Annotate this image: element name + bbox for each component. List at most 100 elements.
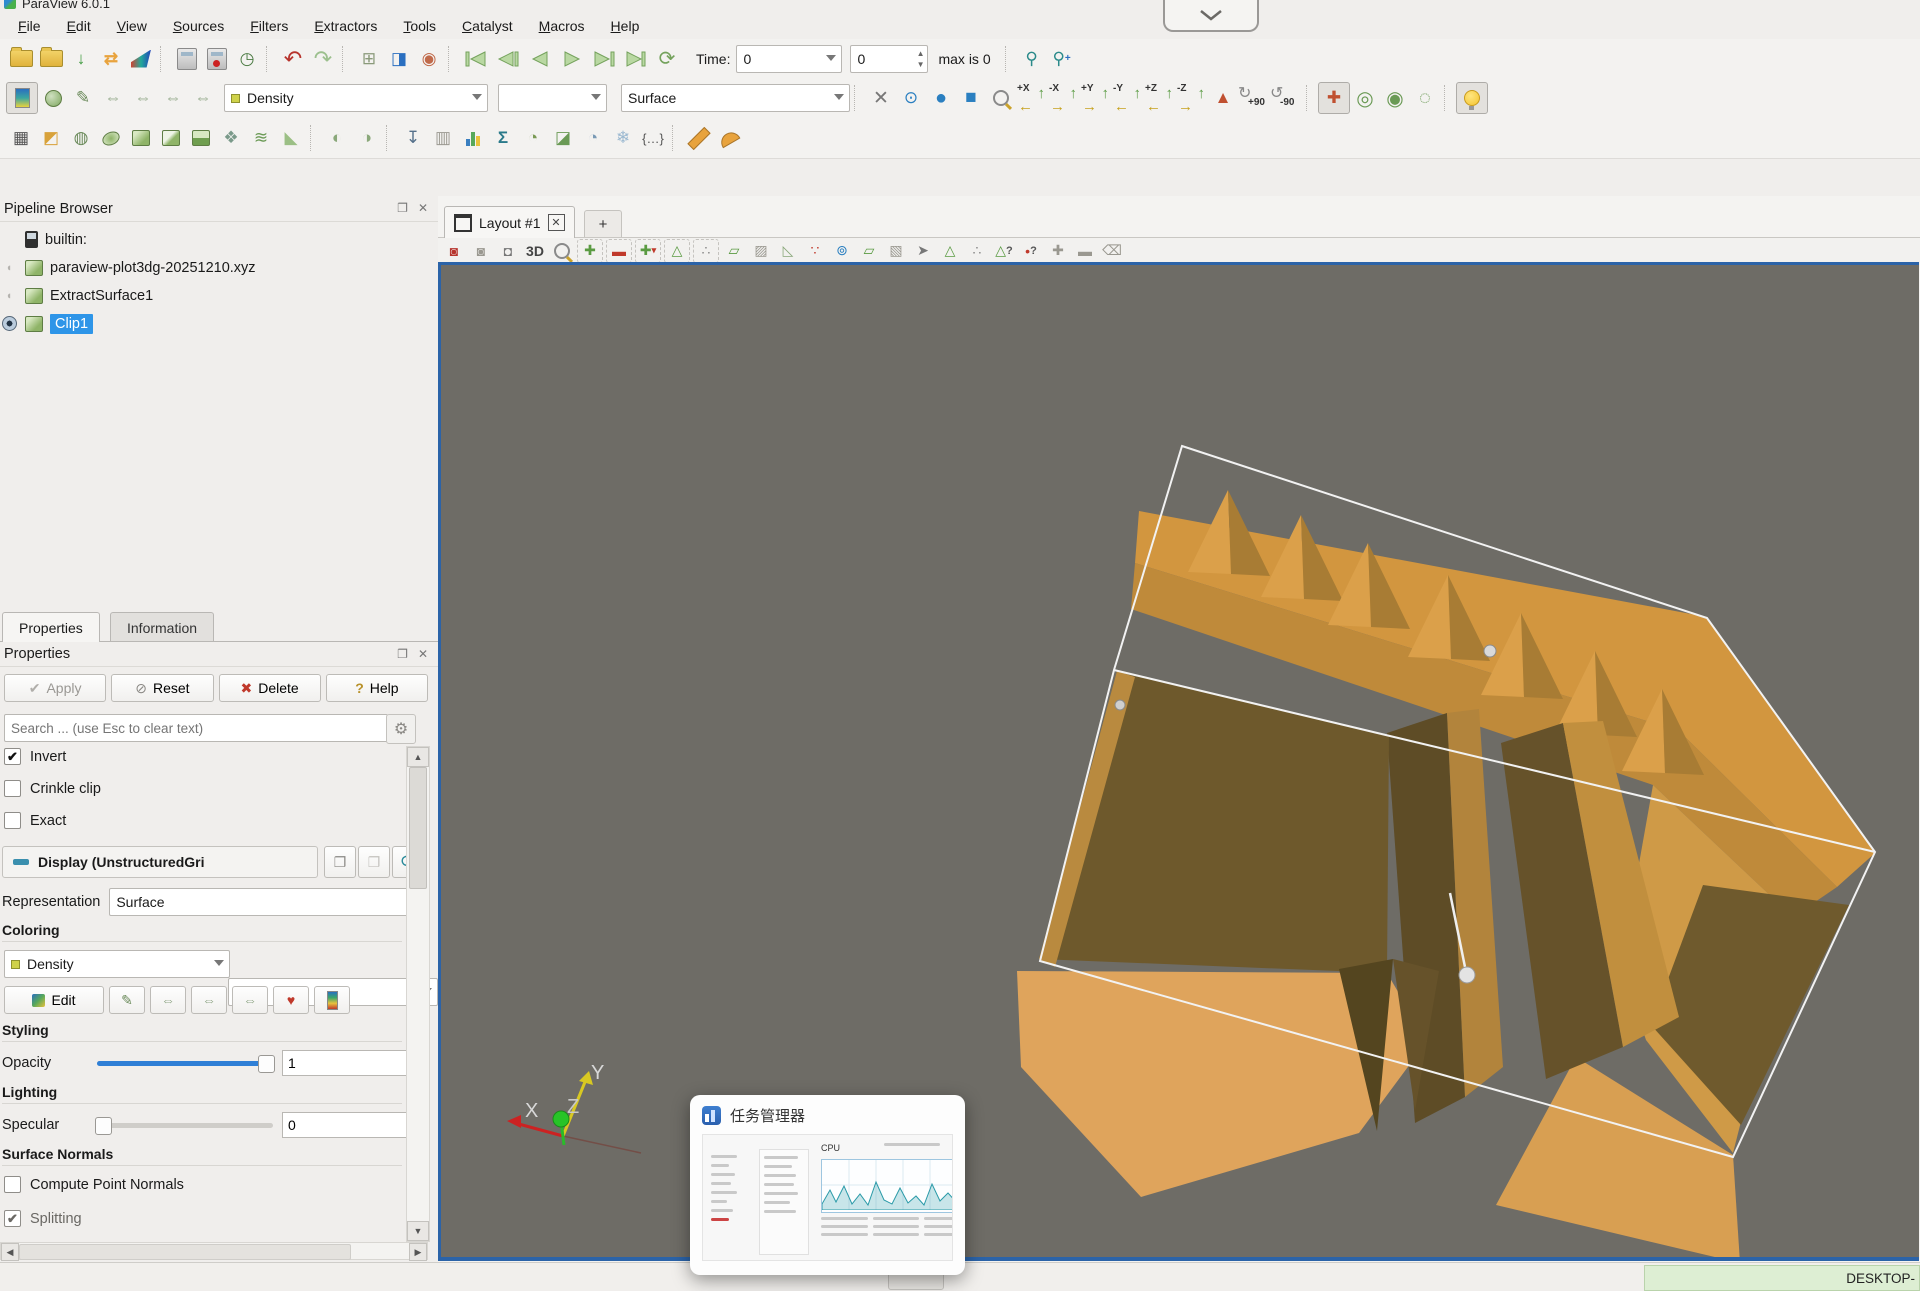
probe-location-icon[interactable]: ↧: [398, 123, 428, 153]
display-section-header[interactable]: Display (UnstructuredGri: [2, 846, 318, 878]
save-data-icon[interactable]: [36, 44, 66, 74]
select-cells-rect-icon[interactable]: △: [664, 239, 690, 263]
view-plus-x-button[interactable]: +X↑←: [1016, 83, 1048, 113]
compute-point-normals-checkbox[interactable]: [4, 1176, 21, 1193]
camera-icon[interactable]: ◘: [496, 240, 520, 262]
help-button[interactable]: ?Help: [326, 674, 428, 702]
select-cells-on-icon[interactable]: ✚: [577, 239, 603, 263]
play-button[interactable]: [556, 45, 588, 73]
light-toggle-icon[interactable]: [1456, 82, 1488, 114]
opacity-slider[interactable]: [97, 1061, 273, 1066]
ruler-icon[interactable]: [684, 123, 714, 153]
disconnect-server-icon[interactable]: [202, 44, 232, 74]
plot-selection-over-time-icon[interactable]: ◔: [578, 123, 608, 153]
clip-icon[interactable]: [126, 123, 156, 153]
edit-color-map-button[interactable]: Edit: [4, 986, 104, 1014]
view-minus-x-button[interactable]: -X↑→: [1048, 83, 1080, 113]
color-array-combo[interactable]: Density: [224, 84, 488, 112]
source-options-icon[interactable]: ⊞: [354, 44, 384, 74]
save-state-icon[interactable]: ⇄: [96, 44, 126, 74]
recent-history-icon[interactable]: ◷: [232, 44, 262, 74]
specular-input[interactable]: [282, 1112, 424, 1138]
remote-host-badge[interactable]: DESKTOP-: [1644, 1265, 1920, 1291]
rescale-range-button[interactable]: ✎: [109, 986, 145, 1014]
properties-hscrollbar[interactable]: ◀ ▶: [0, 1242, 428, 1260]
interactive-select-points-icon[interactable]: ⊚: [830, 240, 854, 262]
temporal-interpolator-icon[interactable]: ❄: [608, 123, 638, 153]
select-points-on-icon[interactable]: ▬: [606, 239, 632, 263]
interactive-zoom-icon[interactable]: [550, 240, 574, 262]
point-data-icon[interactable]: ◐: [322, 123, 352, 153]
invert-checkbox[interactable]: ✔: [4, 748, 21, 765]
splitting-row-clipped[interactable]: ✔ Splitting: [4, 1210, 82, 1227]
connection-bar-chevron-button[interactable]: [1163, 0, 1259, 32]
query-points-icon[interactable]: ∴: [965, 240, 989, 262]
grow-select-cursor-icon[interactable]: ➤: [911, 240, 935, 262]
rescale-custom-range-icon[interactable]: ⇔: [98, 83, 128, 113]
connect-server-icon[interactable]: [172, 44, 202, 74]
loop-icon[interactable]: ⟳: [652, 44, 682, 74]
save-screenshot-icon[interactable]: ◙: [442, 240, 466, 262]
toggle-center-axes-icon[interactable]: ✚: [1318, 82, 1350, 114]
close-dock-icon[interactable]: ✕: [418, 647, 428, 661]
cell-data-icon[interactable]: ◑: [352, 123, 382, 153]
menu-macros[interactable]: Macros: [527, 15, 597, 37]
view-plus-y-button[interactable]: +Y↑→: [1080, 83, 1112, 113]
reset-button[interactable]: ⊘Reset: [111, 674, 213, 702]
spin-arrows-icon[interactable]: ▲▼: [917, 48, 925, 70]
adjust-camera-icon[interactable]: ◌: [1410, 83, 1440, 113]
scroll-right-icon[interactable]: ▶: [409, 1243, 427, 1261]
undo-icon[interactable]: ↶: [278, 44, 308, 74]
step-back-button[interactable]: [524, 45, 556, 73]
rescale-visible-button[interactable]: ⇔: [232, 986, 268, 1014]
plot-over-time-icon[interactable]: ◔: [518, 123, 548, 153]
zoom-camera-plus-icon[interactable]: ⚲+: [1047, 44, 1077, 74]
menu-extractors[interactable]: Extractors: [302, 15, 389, 37]
scroll-left-icon[interactable]: ◀: [1, 1243, 19, 1261]
query-points-help-icon[interactable]: •?: [1019, 240, 1043, 262]
rotate-camera-icon[interactable]: ◉: [1380, 83, 1410, 113]
search-input[interactable]: [4, 714, 388, 742]
search-options-gear-icon[interactable]: ⚙: [386, 714, 416, 744]
representation-combo[interactable]: Surface: [621, 84, 850, 112]
first-frame-button[interactable]: [460, 45, 492, 73]
clear-selection-trash-icon[interactable]: ⌫: [1100, 240, 1124, 262]
color-wedge-icon[interactable]: [126, 44, 156, 74]
query-cells-icon[interactable]: △: [938, 240, 962, 262]
grow-selection-icon[interactable]: ✚: [1046, 240, 1070, 262]
menu-catalyst[interactable]: Catalyst: [450, 15, 525, 37]
reset-camera-closest-icon[interactable]: ●: [926, 83, 956, 113]
float-dock-icon[interactable]: ❐: [397, 201, 408, 215]
zoom-to-box-icon[interactable]: [986, 83, 1016, 113]
integrate-variables-icon[interactable]: Σ: [488, 123, 518, 153]
exact-checkbox-row[interactable]: Exact: [4, 812, 66, 829]
capture-screenshot-icon[interactable]: ◙: [469, 240, 493, 262]
slice-icon[interactable]: [156, 123, 186, 153]
query-cells-help-icon[interactable]: △?: [992, 240, 1016, 262]
orbit-camera-icon[interactable]: ◎: [1350, 83, 1380, 113]
open-file-icon[interactable]: [6, 44, 36, 74]
float-dock-icon[interactable]: ❐: [397, 647, 408, 661]
menu-sources[interactable]: Sources: [161, 15, 236, 37]
visibility-eye-icon[interactable]: [0, 316, 18, 331]
opacity-input[interactable]: [282, 1050, 424, 1076]
hover-cells-icon[interactable]: ▱: [857, 240, 881, 262]
calculator-icon[interactable]: ▦: [6, 123, 36, 153]
scroll-up-icon[interactable]: ▲: [407, 747, 429, 767]
slider-handle[interactable]: [95, 1117, 112, 1135]
last-frame-button[interactable]: [620, 45, 652, 73]
contour-icon[interactable]: [96, 123, 126, 153]
step-forward-button[interactable]: [588, 45, 620, 73]
properties-vscrollbar[interactable]: ▲ ▼: [406, 746, 430, 1242]
select-points-rect-icon[interactable]: ∴: [693, 239, 719, 263]
zoom-closest-to-data-icon[interactable]: ■: [956, 83, 986, 113]
select-points-polygon-icon[interactable]: ▨: [749, 240, 773, 262]
rescale-temporal-range-icon[interactable]: ⇔: [128, 83, 158, 113]
pipeline-item-clip[interactable]: Clip1: [0, 310, 430, 337]
invert-checkbox-row[interactable]: ✔ Invert: [4, 748, 66, 765]
rescale-temporal-button[interactable]: ⇔: [191, 986, 227, 1014]
warp-icon[interactable]: ◣: [276, 123, 306, 153]
zoom-camera-icon[interactable]: ⚲: [1017, 44, 1047, 74]
coloring-array-combo[interactable]: Density: [4, 950, 230, 978]
rescale-custom-button[interactable]: ⇔: [150, 986, 186, 1014]
